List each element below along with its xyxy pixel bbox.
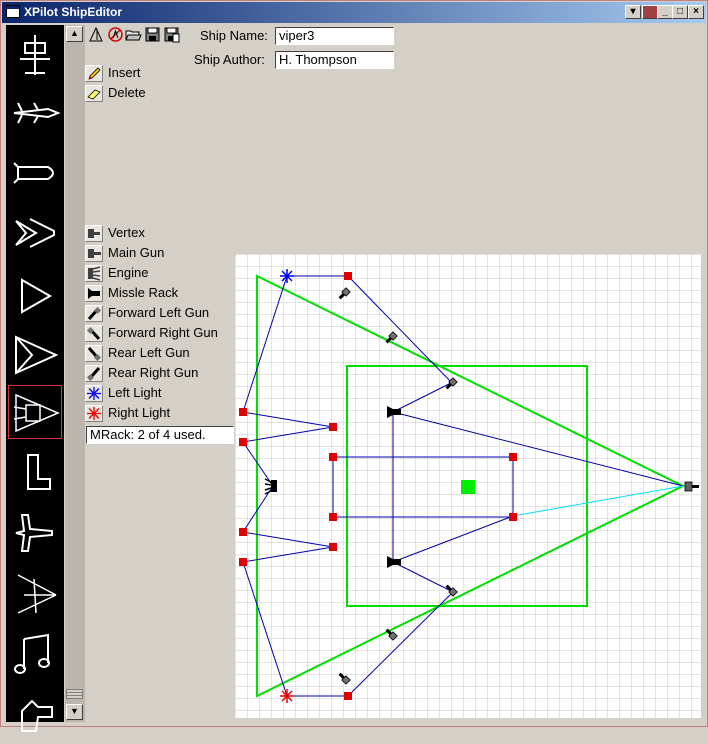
vertex[interactable]: [239, 558, 247, 566]
part-forward-right-gun-label: Forward Right Gun: [108, 325, 218, 340]
rear-right-gun-icon: [85, 365, 103, 382]
title-bar[interactable]: XPilot ShipEditor ▾ _ □ ×: [2, 2, 706, 23]
ship-12-icon: [21, 699, 53, 732]
vertex[interactable]: [239, 438, 247, 446]
app-icon[interactable]: [6, 5, 20, 18]
ship-thumb-11[interactable]: [8, 625, 62, 679]
ship-thumb-6[interactable]: [8, 327, 62, 381]
vertex[interactable]: [329, 513, 337, 521]
ship-3-icon: [13, 162, 54, 184]
window-menu-button[interactable]: ▾: [625, 5, 641, 19]
scroll-up-icon[interactable]: ▲: [66, 26, 83, 42]
vertex[interactable]: [329, 453, 337, 461]
forward-right-gun-icon: [85, 325, 103, 342]
part-rear-right-gun-label: Rear Right Gun: [108, 365, 199, 380]
ship-10-icon: [17, 574, 57, 614]
vertex[interactable]: [509, 513, 517, 521]
ship-6-icon: [15, 335, 59, 375]
ship-drawing[interactable]: [235, 254, 701, 718]
ship-11-icon: [14, 633, 50, 674]
forward-left-gun-icon: [85, 305, 103, 322]
missile-rack-icon: [85, 285, 103, 302]
ship-list-scrollbar[interactable]: ▲ ▼: [65, 25, 85, 722]
ship-thumb-4[interactable]: [8, 205, 62, 259]
scroll-thumb[interactable]: [66, 689, 83, 699]
part-main-gun-label: Main Gun: [108, 245, 165, 260]
no-symbol-icon[interactable]: [107, 26, 124, 43]
part-engine-label: Engine: [108, 265, 149, 280]
vertex[interactable]: [344, 692, 352, 700]
minimize-button[interactable]: _: [657, 5, 673, 19]
left-light-marker[interactable]: [280, 269, 294, 283]
vertex[interactable]: [239, 528, 247, 536]
ship-name-label: Ship Name:: [200, 28, 268, 43]
open-folder-icon[interactable]: [125, 26, 142, 43]
part-missile-rack-label: Missle Rack: [108, 285, 179, 300]
part-rear-left-gun-label: Rear Left Gun: [108, 345, 190, 360]
left-light-icon: [85, 385, 103, 402]
ship-thumb-12[interactable]: [8, 687, 62, 741]
ship-thumb-1[interactable]: [8, 29, 62, 83]
part-vertex-label: Vertex: [108, 225, 145, 240]
main-gun-icon: [85, 245, 103, 262]
vertex[interactable]: [329, 423, 337, 431]
ship-thumb-7[interactable]: [8, 385, 62, 439]
vertex[interactable]: [239, 408, 247, 416]
mode-insert-label: Insert: [108, 65, 141, 80]
center-marker: [461, 480, 475, 494]
eraser-icon: [85, 85, 103, 102]
rear-left-gun-icon: [85, 345, 103, 362]
ship-8-icon: [27, 454, 51, 490]
engine-icon: [85, 265, 103, 282]
ship-canvas[interactable]: [235, 254, 701, 718]
window-title: XPilot ShipEditor: [24, 5, 122, 19]
triangle-tool-icon[interactable]: [88, 26, 105, 43]
ship-7-icon: [13, 393, 60, 433]
vertex-icon: [85, 225, 103, 242]
save-icon[interactable]: [144, 26, 161, 43]
right-light-icon: [85, 405, 103, 422]
ship-name-input[interactable]: viper3: [275, 27, 394, 45]
pencil-icon: [85, 65, 103, 82]
right-light-marker[interactable]: [280, 689, 294, 703]
ship-1-icon: [20, 35, 50, 75]
part-left-light-label: Left Light: [108, 385, 162, 400]
part-right-light-label: Right Light: [108, 405, 171, 420]
maximize-button[interactable]: □: [672, 5, 688, 19]
ship-author-label: Ship Author:: [194, 52, 265, 67]
vertex[interactable]: [344, 272, 352, 280]
ship-list: [6, 25, 64, 732]
vertex[interactable]: [509, 453, 517, 461]
ship-thumb-2[interactable]: [8, 85, 62, 139]
ship-5-icon: [21, 278, 53, 314]
ship-2-icon: [13, 102, 61, 124]
ship-thumb-9[interactable]: [8, 505, 62, 559]
app-window: XPilot ShipEditor ▾ _ □ × ▲ ▼ Ship Name:…: [0, 0, 708, 732]
ship-4-icon: [15, 218, 55, 248]
ship-thumb-10[interactable]: [8, 565, 62, 619]
ship-9-icon: [15, 514, 53, 552]
save-as-icon[interactable]: [163, 26, 180, 43]
ship-thumb-5[interactable]: [8, 268, 62, 322]
part-forward-left-gun-label: Forward Left Gun: [108, 305, 210, 320]
vertex[interactable]: [329, 543, 337, 551]
status-text: MRack: 2 of 4 used.: [86, 426, 234, 444]
ship-thumb-3[interactable]: [8, 145, 62, 199]
scroll-down-icon[interactable]: ▼: [66, 704, 83, 720]
color-icon[interactable]: [642, 5, 658, 19]
ship-author-input[interactable]: H. Thompson: [275, 51, 394, 69]
close-button[interactable]: ×: [688, 5, 704, 19]
mode-delete-label: Delete: [108, 85, 146, 100]
ship-thumb-8[interactable]: [8, 445, 62, 499]
